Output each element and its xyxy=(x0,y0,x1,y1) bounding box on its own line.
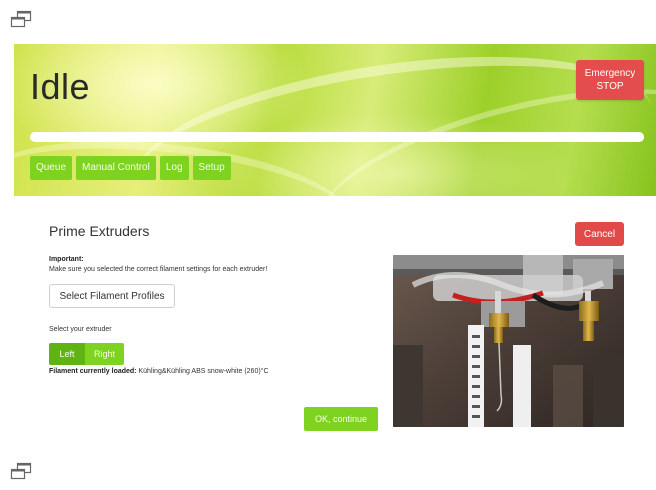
print-progress-bar xyxy=(30,132,644,142)
extruder-photo xyxy=(393,255,624,427)
tab-queue[interactable]: Queue xyxy=(30,156,73,180)
extruder-selector: Left Right xyxy=(49,343,124,365)
cancel-button[interactable]: Cancel xyxy=(575,222,624,246)
important-text: Make sure you selected the correct filam… xyxy=(49,266,268,273)
restore-window-icon[interactable] xyxy=(10,462,32,480)
select-filament-profiles-button[interactable]: Select Filament Profiles xyxy=(49,284,175,308)
emergency-stop-button[interactable]: Emergency STOP xyxy=(576,60,644,100)
filament-loaded-info: Filament currently loaded: Kühling&Kühli… xyxy=(49,368,269,375)
select-extruder-label: Select your extruder xyxy=(49,326,112,333)
main-nav: Queue Manual Control Log Setup xyxy=(30,156,231,180)
tab-setup[interactable]: Setup xyxy=(192,156,231,180)
extruder-right-button[interactable]: Right xyxy=(85,343,124,365)
printer-state: Idle xyxy=(30,66,91,107)
extruder-left-button[interactable]: Left xyxy=(49,343,85,365)
restore-window-icon[interactable] xyxy=(10,10,32,28)
emergency-stop-line2: STOP xyxy=(596,81,624,92)
filament-loaded-value: Kühling&Kühling ABS snow-white (260)°C xyxy=(138,368,269,375)
emergency-stop-line1: Emergency xyxy=(584,68,636,79)
status-header: Idle Emergency STOP Queue Manual Control… xyxy=(14,44,656,196)
print-progress-fill xyxy=(30,132,644,142)
tab-manual-control[interactable]: Manual Control xyxy=(76,156,156,180)
filament-loaded-label: Filament currently loaded: xyxy=(49,368,137,375)
tab-log[interactable]: Log xyxy=(159,156,189,180)
ok-continue-button[interactable]: OK, continue xyxy=(304,407,378,431)
important-label: Important: xyxy=(49,256,84,263)
dialog-title: Prime Extruders xyxy=(49,223,150,239)
page: Idle Emergency STOP Queue Manual Control… xyxy=(0,0,656,490)
